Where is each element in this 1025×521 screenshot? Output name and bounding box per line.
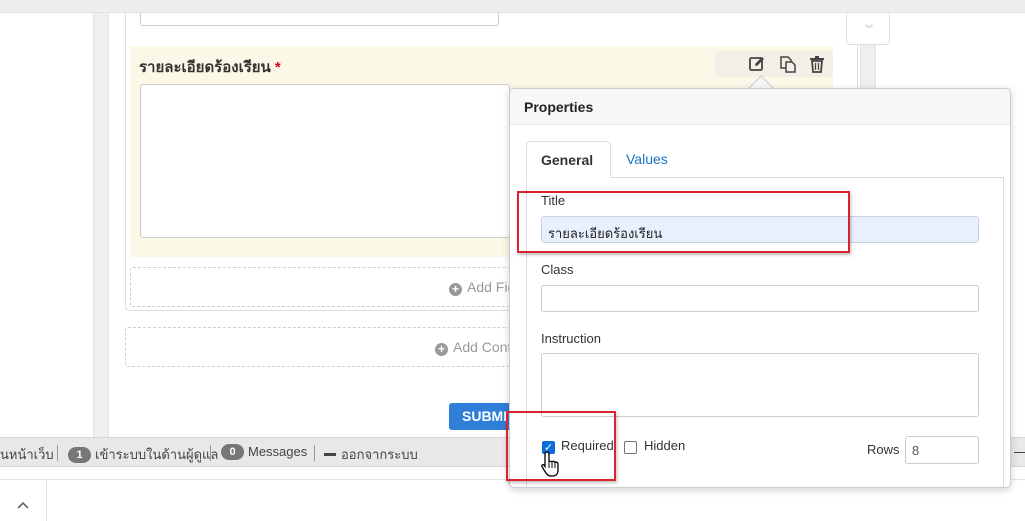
rows-input[interactable]: 8 <box>905 436 979 464</box>
messages-count-badge: 0 <box>221 444 244 460</box>
class-input[interactable] <box>541 285 979 312</box>
plus-circle-icon: + <box>449 283 462 296</box>
chevron-up-icon[interactable] <box>14 498 32 512</box>
popover-header: Properties <box>510 89 1010 125</box>
minus-icon <box>324 453 336 456</box>
hidden-label: Hidden <box>644 438 686 453</box>
class-label: Class <box>541 262 574 277</box>
left-gutter <box>93 13 109 438</box>
minus-icon <box>1014 452 1025 453</box>
add-field-label: Add Fie <box>467 279 516 295</box>
separator <box>210 445 211 461</box>
separator <box>57 445 58 461</box>
admin-notifications-link[interactable]: 1 เข้าระบบในด้านผู้ดูแล <box>68 444 218 465</box>
hidden-checkbox[interactable] <box>624 441 637 454</box>
tab-general[interactable]: General <box>526 141 611 178</box>
edit-icon[interactable] <box>748 55 766 73</box>
popover-title: Properties <box>524 99 594 115</box>
tab-values[interactable]: Values <box>626 151 668 167</box>
messages-link[interactable]: 0 Messages <box>221 444 307 460</box>
instruction-label: Instruction <box>541 331 601 346</box>
bottom-divider <box>46 480 47 521</box>
required-asterisk: * <box>274 59 281 76</box>
copy-icon[interactable] <box>778 55 796 73</box>
add-field-button[interactable]: + Add Fie <box>130 267 515 307</box>
instruction-textarea[interactable] <box>541 353 979 417</box>
plus-circle-icon: + <box>435 343 448 356</box>
messages-label: Messages <box>248 444 308 459</box>
field-label: รายละเอียดร้องเรียน * <box>139 55 281 79</box>
hand-cursor-icon <box>541 450 563 478</box>
add-container-button[interactable]: + Add Conta <box>125 327 519 367</box>
title-highlight-box <box>517 191 850 253</box>
notifications-label: เข้าระบบในด้านผู้ดูแล <box>95 447 219 462</box>
logout-link[interactable]: ออกจากระบบ <box>324 444 418 465</box>
top-strip <box>0 0 1025 13</box>
notifications-count-badge: 1 <box>68 447 91 463</box>
site-link[interactable]: นหน้าเว็บ <box>0 444 54 465</box>
separator <box>314 445 315 461</box>
field-label-text: รายละเอียดร้องเรียน <box>139 59 271 76</box>
previous-field-input[interactable] <box>140 13 499 26</box>
field-toolbar <box>715 51 833 77</box>
rows-label: Rows <box>867 442 900 457</box>
trash-icon[interactable] <box>808 55 826 73</box>
field-preview-textarea[interactable] <box>140 84 510 238</box>
chevron-down-icon: ⌄ <box>860 15 878 31</box>
collapse-toggle[interactable]: ⌄ <box>846 13 890 45</box>
logout-label: ออกจากระบบ <box>341 447 418 462</box>
